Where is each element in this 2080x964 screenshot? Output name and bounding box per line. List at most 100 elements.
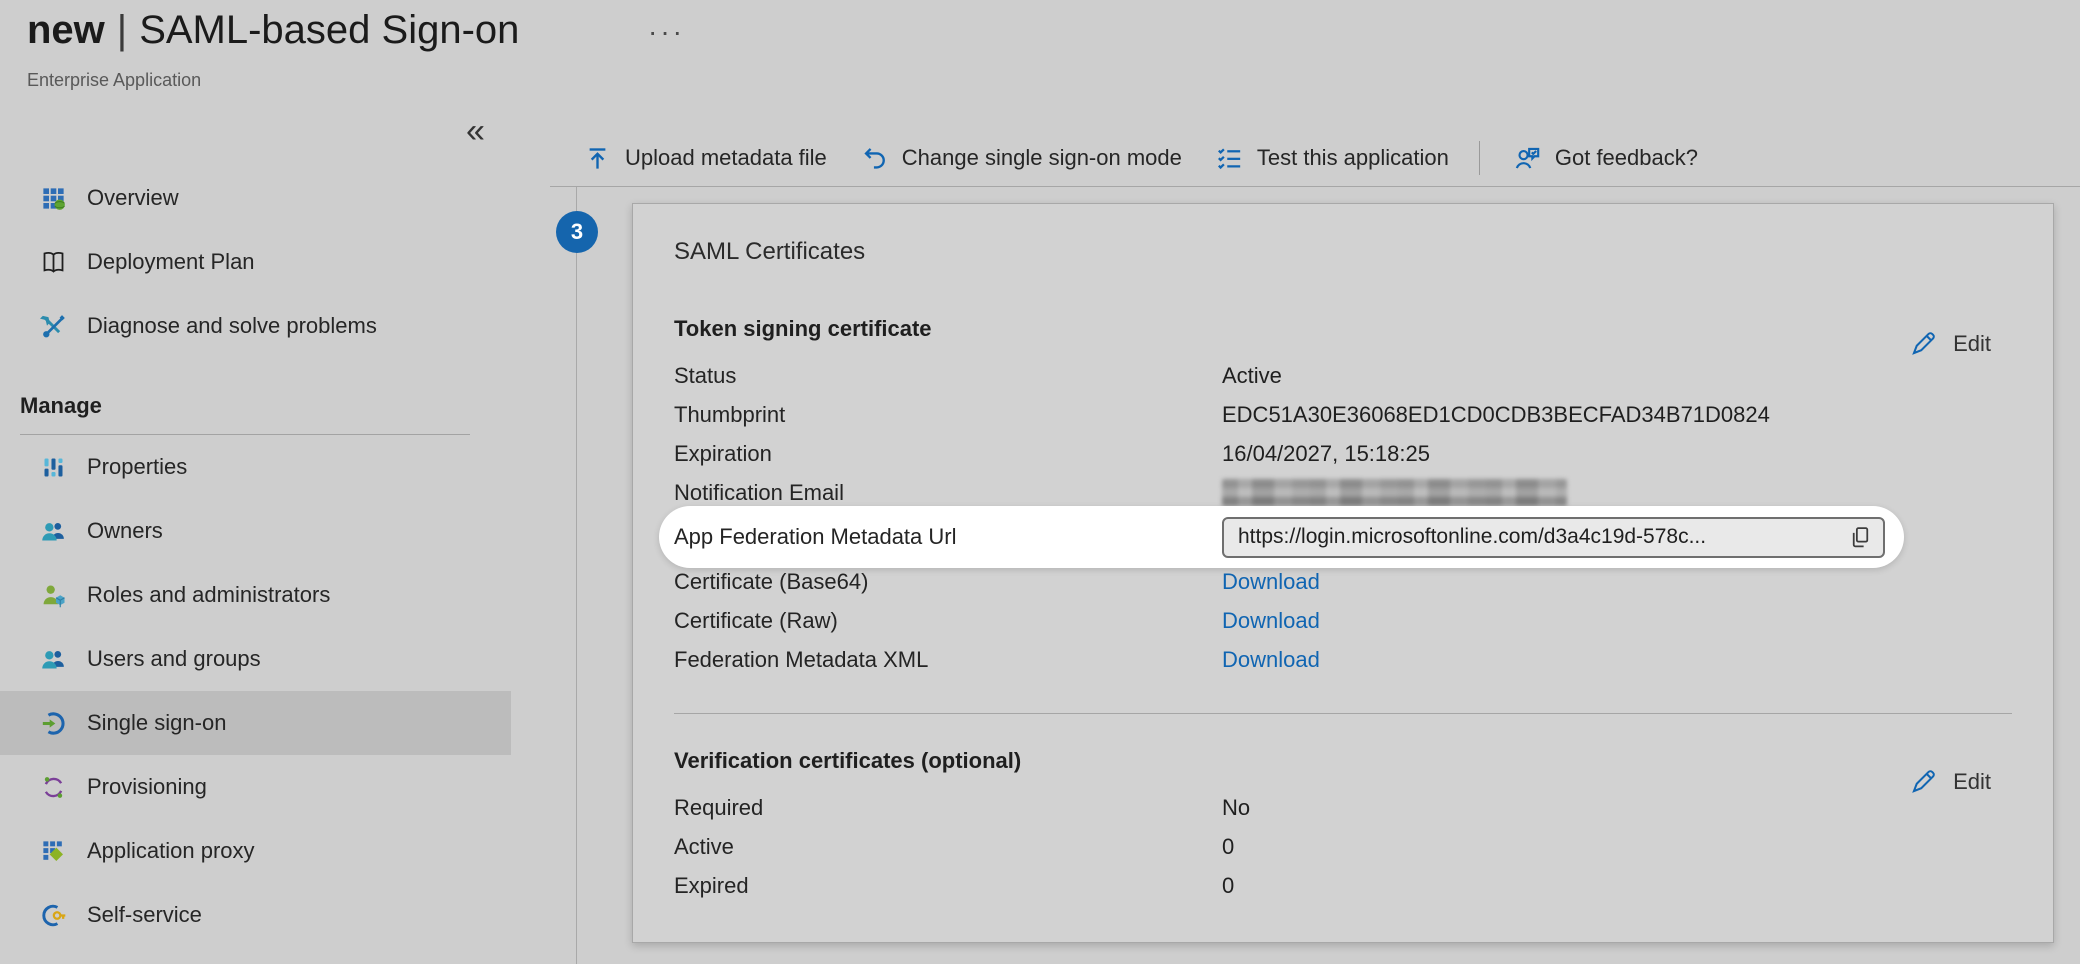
book-icon — [40, 249, 67, 276]
token-certificate-details: Status Active Thumbprint EDC51A30E36068E… — [674, 356, 2012, 679]
sidebar-item-roles-administrators[interactable]: Roles and administrators — [0, 563, 511, 627]
feedback-icon — [1514, 145, 1541, 172]
self-service-icon — [40, 902, 67, 929]
required-value: No — [1222, 795, 1250, 821]
sidebar-item-label: Users and groups — [87, 646, 261, 672]
certificate-raw-label: Certificate (Raw) — [674, 608, 1222, 634]
change-sso-mode-button[interactable]: Change single sign-on mode — [861, 145, 1182, 172]
more-menu-button[interactable]: ··· — [648, 16, 685, 48]
panel-title: SAML Certificates — [674, 238, 865, 266]
sidebar-item-users-groups[interactable]: Users and groups — [0, 627, 511, 691]
sidebar-item-single-sign-on[interactable]: Single sign-on — [0, 691, 511, 755]
certificate-base64-download-link[interactable]: Download — [1222, 569, 1320, 595]
test-application-button[interactable]: Test this application — [1216, 145, 1449, 172]
token-signing-heading: Token signing certificate — [674, 316, 932, 342]
required-row: Required No — [674, 788, 2012, 827]
status-label: Status — [674, 363, 1222, 389]
sidebar-item-overview[interactable]: Overview — [0, 166, 511, 230]
sidebar-item-label: Roles and administrators — [87, 582, 330, 608]
sidebar-item-label: Owners — [87, 518, 163, 544]
expiration-label: Expiration — [674, 441, 1222, 467]
active-value: 0 — [1222, 834, 1234, 860]
expiration-row: Expiration 16/04/2027, 15:18:25 — [674, 434, 2012, 473]
certificate-base64-label: Certificate (Base64) — [674, 569, 1222, 595]
test-application-label: Test this application — [1257, 145, 1449, 171]
upload-metadata-label: Upload metadata file — [625, 145, 827, 171]
feedback-label: Got feedback? — [1555, 145, 1698, 171]
thumbprint-row: Thumbprint EDC51A30E36068ED1CD0CDB3BECFA… — [674, 395, 2012, 434]
status-value: Active — [1222, 363, 1282, 389]
sidebar-item-application-proxy[interactable]: Application proxy — [0, 819, 511, 883]
role-person-icon — [40, 582, 67, 609]
undo-arrow-icon — [861, 145, 888, 172]
notification-email-redacted-value — [1222, 479, 1567, 506]
overview-icon — [40, 185, 67, 212]
title-separator: | — [105, 8, 139, 52]
blade-title: SAML-based Sign-on — [139, 8, 519, 52]
sidebar-item-deployment-plan[interactable]: Deployment Plan — [0, 230, 511, 294]
expiration-value: 16/04/2027, 15:18:25 — [1222, 441, 1430, 467]
sidebar-item-label: Deployment Plan — [87, 249, 255, 275]
upload-metadata-button[interactable]: Upload metadata file — [584, 145, 827, 172]
status-row: Status Active — [674, 356, 2012, 395]
section-divider — [674, 713, 2012, 714]
sidebar-item-properties[interactable]: Properties — [0, 435, 511, 499]
sidebar-item-label: Self-service — [87, 902, 202, 928]
tools-icon — [40, 313, 67, 340]
sidebar-section-manage: Manage — [0, 378, 511, 434]
app-federation-metadata-url-row: App Federation Metadata Url https://logi… — [674, 506, 2012, 568]
single-sign-on-icon — [40, 710, 67, 737]
edit-label: Edit — [1953, 331, 1991, 357]
notification-email-label: Notification Email — [674, 480, 1222, 506]
metadata-url-input[interactable]: https://login.microsoftonline.com/d3a4c1… — [1222, 517, 1885, 558]
sidebar-item-label: Properties — [87, 454, 187, 480]
sidebar-item-owners[interactable]: Owners — [0, 499, 511, 563]
pencil-icon — [1910, 330, 1937, 357]
sidebar-item-label: Application proxy — [87, 838, 255, 864]
people-icon — [40, 646, 67, 673]
active-row: Active 0 — [674, 827, 2012, 866]
saml-sign-on-page: { "header": { "app_name": "new", "separa… — [0, 0, 2080, 964]
sidebar-collapse-button[interactable]: « — [466, 114, 485, 148]
change-sso-mode-label: Change single sign-on mode — [902, 145, 1182, 171]
upload-icon — [584, 145, 611, 172]
federation-metadata-xml-row: Federation Metadata XML Download — [674, 640, 2012, 679]
expired-row: Expired 0 — [674, 866, 2012, 905]
required-label: Required — [674, 795, 1222, 821]
expired-value: 0 — [1222, 873, 1234, 899]
federation-metadata-xml-download-link[interactable]: Download — [1222, 647, 1320, 673]
properties-icon — [40, 454, 67, 481]
sidebar-nav: Overview Deployment Plan Diagnose and so… — [0, 166, 511, 947]
step-3-badge: 3 — [556, 211, 598, 253]
sidebar-item-label: Single sign-on — [87, 710, 226, 736]
feedback-button[interactable]: Got feedback? — [1514, 145, 1698, 172]
sidebar-item-provisioning[interactable]: Provisioning — [0, 755, 511, 819]
expired-label: Expired — [674, 873, 1222, 899]
certificate-raw-download-link[interactable]: Download — [1222, 608, 1320, 634]
federation-metadata-xml-label: Federation Metadata XML — [674, 647, 1222, 673]
thumbprint-label: Thumbprint — [674, 402, 1222, 428]
app-name: new — [27, 8, 105, 52]
command-bar: Upload metadata file Change single sign-… — [550, 130, 2080, 187]
page-title: new|SAML-based Sign-on — [27, 8, 519, 53]
checklist-icon — [1216, 145, 1243, 172]
sidebar-item-label: Diagnose and solve problems — [87, 313, 377, 339]
verification-certificate-details: Required No Active 0 Expired 0 — [674, 788, 2012, 905]
people-icon — [40, 518, 67, 545]
edit-token-certificate-button[interactable]: Edit — [1910, 330, 1991, 357]
sidebar-item-diagnose[interactable]: Diagnose and solve problems — [0, 294, 511, 358]
sidebar-item-label: Provisioning — [87, 774, 207, 800]
saml-certificates-panel: SAML Certificates Token signing certific… — [632, 203, 2054, 943]
certificate-raw-row: Certificate (Raw) Download — [674, 601, 2012, 640]
application-proxy-icon — [40, 838, 67, 865]
sidebar-item-label: Overview — [87, 185, 179, 211]
copy-icon[interactable] — [1848, 525, 1873, 550]
provisioning-icon — [40, 774, 67, 801]
active-label: Active — [674, 834, 1222, 860]
page-subtitle: Enterprise Application — [27, 70, 201, 91]
toolbar-divider — [1479, 141, 1480, 175]
metadata-url-value: https://login.microsoftonline.com/d3a4c1… — [1238, 525, 1840, 549]
step-timeline — [576, 187, 577, 964]
sidebar-item-self-service[interactable]: Self-service — [0, 883, 511, 947]
metadata-url-label: App Federation Metadata Url — [674, 524, 1222, 550]
